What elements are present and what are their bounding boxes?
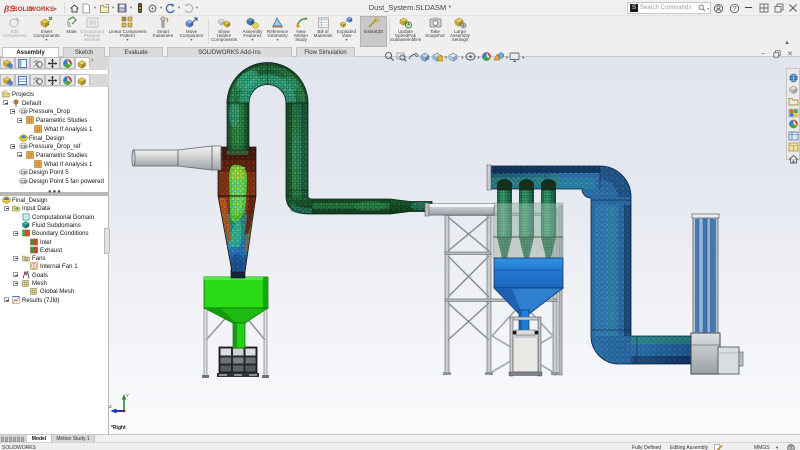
svg-text:▸: ▸ <box>53 7 58 13</box>
svg-text:?: ? <box>733 6 737 13</box>
svg-text:Z: Z <box>109 404 112 409</box>
svg-text:CB: CB <box>21 179 27 184</box>
svg-text:CB: CB <box>21 170 27 175</box>
svg-text:Y: Y <box>126 393 129 398</box>
svg-text:CB: CB <box>21 144 27 149</box>
svg-text:CB: CB <box>21 109 27 114</box>
svg-text:WORKS: WORKS <box>30 6 54 13</box>
